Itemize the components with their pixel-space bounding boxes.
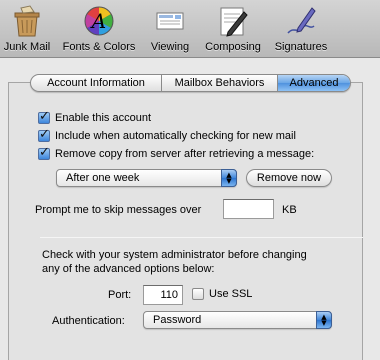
svg-text:A: A [90,9,106,33]
authentication-popup[interactable]: Password ▲ ▼ [143,311,332,329]
signatures-icon [287,7,316,34]
admin-note-line2: any of the advanced options below: [42,263,215,275]
remove-now-button[interactable]: Remove now [246,169,332,187]
prompt-skip-field[interactable] [223,199,274,219]
fonts-colors-icon: A [84,6,114,36]
section-divider [40,237,363,238]
use-ssl-option[interactable]: Use SSL [192,288,252,300]
remove-copy-option[interactable]: Remove copy from server after retrieving… [38,145,315,160]
kb-unit-label: KB [282,204,297,216]
enable-account-label: Enable this account [55,112,152,124]
toolbar-label-fonts-colors: Fonts & Colors [62,41,136,53]
remove-after-value: After one week [66,172,140,184]
toolbar-label-viewing: Viewing [150,41,190,53]
toolbar-label-junk-mail: Junk Mail [3,41,51,53]
tab-account-information[interactable]: Account Information [31,75,162,91]
remove-copy-label: Remove copy from server after retrieving… [55,148,315,160]
enable-account-option[interactable]: Enable this account [38,109,152,124]
viewing-icon [156,12,184,30]
tab-mailbox-behaviors[interactable]: Mailbox Behaviors [162,75,278,91]
authentication-label: Authentication: [52,315,125,327]
port-label: Port: [108,289,132,301]
authentication-value: Password [153,314,202,326]
composing-icon [220,7,248,37]
port-field[interactable]: 110 [143,285,183,305]
toolbar-label-signatures: Signatures [274,41,328,53]
enable-account-checkbox[interactable] [38,109,50,124]
include-checking-label: Include when automatically checking for … [55,130,296,142]
toolbar-label-composing: Composing [205,41,261,53]
use-ssl-label: Use SSL [209,288,253,300]
tab-advanced[interactable]: Advanced [278,75,350,91]
include-checking-option[interactable]: Include when automatically checking for … [38,127,296,142]
prompt-skip-label: Prompt me to skip messages over [35,204,202,216]
remove-copy-checkbox[interactable] [38,145,50,160]
junk-mail-icon [14,5,40,37]
admin-note-line1: Check with your system administrator bef… [42,249,307,261]
popup-arrows-icon: ▲ ▼ [316,311,332,329]
include-checking-checkbox[interactable] [38,127,50,142]
toolbar-item-junk-mail[interactable]: Junk Mail [0,0,54,58]
account-tabs: Account Information Mailbox Behaviors Ad… [30,74,351,92]
toolbar-item-viewing[interactable]: Viewing [144,0,196,58]
use-ssl-checkbox[interactable] [192,288,204,300]
popup-arrows-icon: ▲ ▼ [221,169,237,187]
toolbar-item-signatures[interactable]: Signatures [270,0,332,58]
preferences-toolbar: Junk Mail A Fonts & Colors Viewing Compo… [0,0,380,58]
toolbar-item-composing[interactable]: Composing [199,0,267,58]
remove-after-popup[interactable]: After one week ▲ ▼ [56,169,237,187]
toolbar-item-fonts-colors[interactable]: A Fonts & Colors [58,0,140,58]
